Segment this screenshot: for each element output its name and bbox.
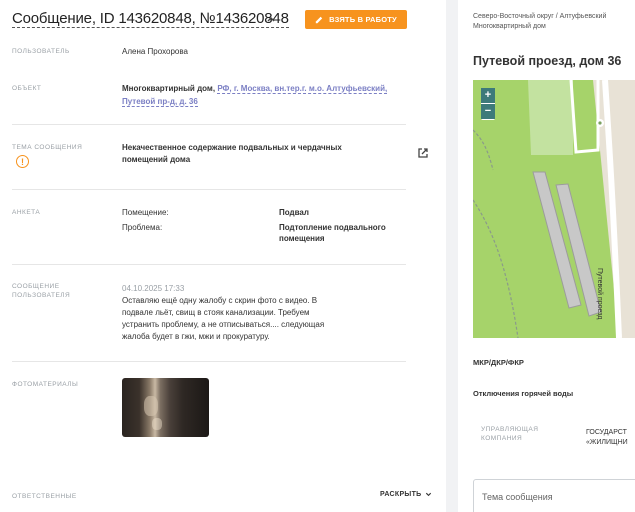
object-map[interactable]: + − Путевой проезд (473, 80, 635, 338)
warning-icon: ! (16, 155, 29, 168)
object-value-line2: Путевой пр-д, д. 36 (122, 96, 198, 107)
breadcrumb-line1: Северо-Восточный округ / Алтуфьевский (473, 13, 607, 20)
pencil-icon (315, 16, 323, 23)
questionnaire-label: АНКЕТА (12, 209, 41, 216)
mkr-label: МКР/ДКР/ФКР (473, 358, 524, 367)
q-value-line2: помещения (279, 234, 325, 243)
photos-label: ФОТОМАТЕРИАЛЫ (12, 381, 79, 388)
expand-button[interactable]: РАСКРЫТЬ (380, 491, 432, 498)
company-value: ГОСУДАРСТ (586, 429, 627, 436)
expand-label: РАСКРЫТЬ (380, 491, 422, 498)
map-canvas (473, 80, 635, 338)
chevron-up-icon[interactable] (265, 13, 277, 25)
message-text-line: Оставляю ещё одну жалобу с скрин фото с … (122, 296, 318, 305)
message-label: СООБЩЕНИЕ (12, 283, 60, 290)
page-title[interactable]: Сообщение, ID 143620848, №143620848 (12, 11, 289, 28)
user-label: ПОЛЬЗОВАТЕЛЬ (12, 48, 70, 55)
user-value: Алена Прохорова (122, 47, 188, 56)
breadcrumb: Северо-Восточный округ / Алтуфьевский Мн… (473, 12, 606, 32)
object-label: ОБЪЕКТ (12, 85, 42, 92)
topic-value-line2: помещений дома (122, 155, 191, 164)
topic-input[interactable]: Тема сообщения (473, 479, 635, 512)
take-to-work-label: ВЗЯТЬ В РАБОТУ (329, 15, 397, 24)
zoom-out-button[interactable]: − (481, 104, 495, 119)
object-type: Многоквартирный дом, (122, 84, 216, 93)
object-address-link-line1[interactable]: РФ, г. Москва, вн.тер.г. м.о. Алтуфьевск… (217, 84, 388, 94)
breadcrumb-line2: Многоквартирный дом (473, 23, 546, 30)
message-text-line: жалоба будет в гжи, мжи и прокуратуру. (122, 332, 270, 341)
q-value: Подтопление подвального (279, 223, 386, 232)
photo-thumbnail[interactable] (122, 378, 209, 437)
object-address-link-line2[interactable]: Путевой пр-д, д. 36 (122, 97, 198, 107)
divider (12, 361, 406, 362)
responsible-label: ОТВЕТСТВЕННЫЕ (12, 493, 77, 500)
message-date: 04.10.2025 17:33 (122, 284, 185, 293)
q-key: Проблема: (122, 223, 163, 232)
photo-detail (152, 418, 162, 430)
company-value-line2: «ЖИЛИЩНИ (586, 439, 628, 446)
panel-divider (446, 0, 458, 512)
hot-water-label: Отключения горячей воды (473, 389, 574, 398)
q-key: Помещение: (122, 208, 169, 217)
message-details-panel: Сообщение, ID 143620848, №143620848 ВЗЯТ… (0, 0, 446, 512)
zoom-in-button[interactable]: + (481, 88, 495, 103)
topic-value-line1: Некачественное содержание подвальных и ч… (122, 143, 342, 152)
take-to-work-button[interactable]: ВЗЯТЬ В РАБОТУ (305, 10, 407, 29)
divider (12, 124, 406, 125)
object-value: Многоквартирный дом, РФ, г. Москва, вн.т… (122, 83, 388, 94)
object-info-panel: Северо-Восточный округ / Алтуфьевский Мн… (458, 0, 635, 512)
message-text-line: устранить проблему, а не отписываться...… (122, 320, 325, 329)
object-address-title: Путевой проезд, дом 36 (473, 54, 622, 68)
external-link-icon[interactable] (417, 147, 429, 159)
topic-label: ТЕМА СООБЩЕНИЯ (12, 144, 83, 151)
map-street-label: Путевой проезд (596, 268, 603, 320)
divider (12, 189, 406, 190)
q-value: Подвал (279, 208, 309, 217)
company-label-line2: КОМПАНИЯ (481, 435, 523, 442)
chevron-down-icon (425, 492, 431, 497)
photo-detail (144, 396, 158, 416)
company-label: УПРАВЛЯЮЩАЯ (481, 426, 539, 433)
message-text-line: подвале льёт, свищ в стояк канализации. … (122, 308, 310, 317)
zoom-controls: + − (481, 88, 495, 120)
message-label-line2: ПОЛЬЗОВАТЕЛЯ (12, 292, 71, 299)
divider (12, 264, 406, 265)
